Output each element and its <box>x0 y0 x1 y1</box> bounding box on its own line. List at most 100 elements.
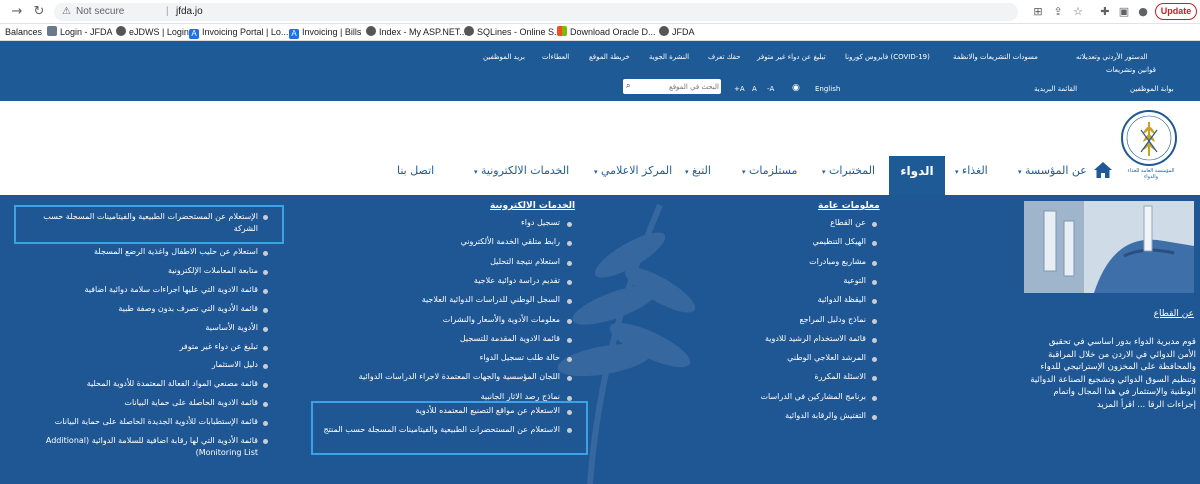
menu-item-label: رابط متلقي الخدمة الألكتروني <box>460 237 560 247</box>
sidebar-icon[interactable]: ▣ <box>1116 3 1132 21</box>
mailing-list-link[interactable]: القائمة البريدية <box>1034 85 1077 93</box>
top-link-report-missing[interactable]: تبليغ عن دواء غير متوفر <box>757 53 826 61</box>
menu-item-label: قائمة الاستخدام الرشيد للادوية <box>764 333 866 343</box>
bookmark-item[interactable]: Index - My ASP.NET... <box>366 26 467 39</box>
menu-item-label: تقديم دراسة دوائية علاجية <box>473 275 560 285</box>
nav-labs[interactable]: المختبرات ▾ <box>822 163 875 179</box>
nav-eservices[interactable]: الخدمات الالكترونية ▾ <box>474 163 569 179</box>
search-icon[interactable]: ⌕ <box>626 81 636 91</box>
menu-item-label: السجل الوطني للدراسات الدوائية العلاجية <box>421 295 560 305</box>
nav-supplies[interactable]: مستلزمات ▾ <box>742 163 797 179</box>
english-link[interactable]: English <box>815 85 840 93</box>
bullet-icon <box>567 337 572 343</box>
bookmark-star-icon[interactable]: ☆ <box>1070 3 1086 21</box>
menu-item-label: قائمة الأدوية التي لها رقابة اضافية للسل… <box>45 436 258 457</box>
nav-media[interactable]: المركز الاعلامي ▾ <box>594 163 672 179</box>
caret-down-icon: ▾ <box>955 168 959 176</box>
bookmark-item[interactable]: A Invoicing | Bills <box>289 26 361 39</box>
nav-tobacco[interactable]: التبغ ▾ <box>685 163 711 179</box>
nav-about[interactable]: عن المؤسسة ▾ <box>1018 163 1087 179</box>
menu-item-label: دليل الاستثمار <box>211 360 258 369</box>
bullet-icon <box>567 279 572 285</box>
bullet-icon <box>263 251 268 256</box>
menu-item-label: قائمة الادوية المقدمة للتسجيل <box>459 333 560 343</box>
highlight-box <box>14 205 284 244</box>
menu-item-label: قائمة الإستطبابات للأدوية الجديدة الحاصل… <box>54 417 258 426</box>
url-text: jfda.jo <box>176 6 203 17</box>
bookmark-item[interactable]: eJDWS | Login <box>116 26 189 39</box>
globe-icon <box>659 26 669 36</box>
bookmark-item[interactable]: Download Oracle D... <box>557 26 656 39</box>
globe-icon <box>116 26 126 36</box>
top-link-your-right[interactable]: حقك تعرف <box>708 53 740 61</box>
bullet-icon <box>263 402 268 407</box>
bullet-icon <box>872 337 877 343</box>
bullet-icon <box>263 327 268 332</box>
menu-item-label: قائمة مصنعي المواد الفعالة المعتمدة للأد… <box>86 379 258 388</box>
nav-food[interactable]: الغذاء ▾ <box>955 163 988 179</box>
bullet-icon <box>567 222 572 227</box>
home-icon[interactable] <box>1093 161 1113 179</box>
menu-item-label: تبليغ عن دواء غير متوفر <box>179 342 259 351</box>
nav-drug[interactable]: الدواء <box>889 156 945 196</box>
address-bar[interactable]: ⚠ Not secure | jfda.jo <box>54 3 1018 21</box>
nav-contact[interactable]: اتصل بنا <box>397 163 434 179</box>
bookmark-item[interactable]: Login - JFDA <box>47 26 113 39</box>
bullet-icon <box>872 279 877 285</box>
security-label: Not secure <box>76 6 125 17</box>
menu-item-label: التوعية <box>843 275 866 285</box>
top-link-tenders[interactable]: العطاءات <box>542 53 569 61</box>
bookmark-item[interactable]: JFDA <box>659 26 695 39</box>
font-normal-button[interactable]: A <box>752 85 757 93</box>
menu-item-label: مشاريع ومبادرات <box>809 256 866 266</box>
side-heading[interactable]: عن القطاع <box>1100 309 1194 319</box>
profile-icon[interactable]: ● <box>1135 3 1151 21</box>
bullet-icon <box>263 346 268 351</box>
top-link-constitution[interactable]: الدستور الأردني وتعديلاته <box>1076 53 1148 61</box>
top-link-laws[interactable]: قوانين وتشريعات <box>1106 66 1156 74</box>
top-link-covid[interactable]: (COVID-19) فايروس كورونا <box>845 53 930 61</box>
share-icon[interactable]: ⇪ <box>1050 3 1066 21</box>
menu-item-label: قائمة الأدوية التي تصرف بدون وصفة طبية <box>118 304 258 313</box>
invoice-icon: A <box>289 29 299 39</box>
bullet-icon <box>872 415 877 420</box>
search-input[interactable] <box>637 79 719 94</box>
windows-icon <box>557 26 567 36</box>
top-link-staff-mail[interactable]: بريد الموظفين <box>483 53 525 61</box>
browser-toolbar: → ↻ ⚠ Not secure | jfda.jo ⊞ ⇪ ☆ ✚ ▣ ● U… <box>0 0 1200 24</box>
eye-icon[interactable]: ◉ <box>792 83 800 93</box>
menu-item-label: اليقظة الدوائية <box>817 295 866 305</box>
staff-portal-link[interactable]: بوابة الموظفين <box>1130 85 1174 93</box>
menu-item-label: نماذج رصد الاثار الجانبية <box>480 391 560 401</box>
bullet-icon <box>567 260 572 266</box>
menu-item-label: متابعة المعاملات الإلكترونية <box>167 266 258 275</box>
bullet-icon <box>263 421 268 426</box>
back-arrow-icon[interactable]: → <box>8 3 26 21</box>
bullet-icon <box>872 357 877 363</box>
bullet-icon <box>872 395 877 401</box>
font-larger-button[interactable]: A+ <box>734 85 745 93</box>
top-link-bulletin[interactable]: النشرة الجوية <box>649 53 689 61</box>
top-link-legislation[interactable]: مسودات التشريعات والانظمة <box>953 53 1038 61</box>
top-link-sitemap[interactable]: خريطة الموقع <box>589 53 630 61</box>
page-icon <box>47 26 57 36</box>
translate-icon[interactable]: ⊞ <box>1030 3 1046 21</box>
bullet-icon <box>263 439 268 444</box>
reload-icon[interactable]: ↻ <box>30 3 48 21</box>
menu-item-label: استعلام نتيجة التحليل <box>490 256 560 266</box>
extensions-icon[interactable]: ✚ <box>1097 3 1113 21</box>
menu-item-label: حالة طلب تسجيل الدواء <box>479 353 560 363</box>
bookmarks-bar: Balances Login - JFDA eJDWS | Login A Inv… <box>0 24 1200 41</box>
highlight-box <box>311 401 588 455</box>
menu-item-label: عن القطاع <box>830 218 866 227</box>
bullet-icon <box>263 270 268 275</box>
update-button[interactable]: Update <box>1155 3 1197 20</box>
bookmark-item[interactable]: Balances <box>5 26 42 39</box>
logo-text: المؤسسة العامة للغذاء والدواء <box>1127 168 1175 180</box>
bullet-icon <box>263 364 268 369</box>
bullet-icon <box>872 318 877 324</box>
font-smaller-button[interactable]: A- <box>767 85 774 93</box>
bookmark-item[interactable]: A Invoicing Portal | Lo... <box>189 26 288 39</box>
bookmark-item[interactable]: SQLines - Online S... <box>464 26 562 39</box>
menu-item-label: برنامج المشاركين في الدراسات <box>760 391 866 401</box>
